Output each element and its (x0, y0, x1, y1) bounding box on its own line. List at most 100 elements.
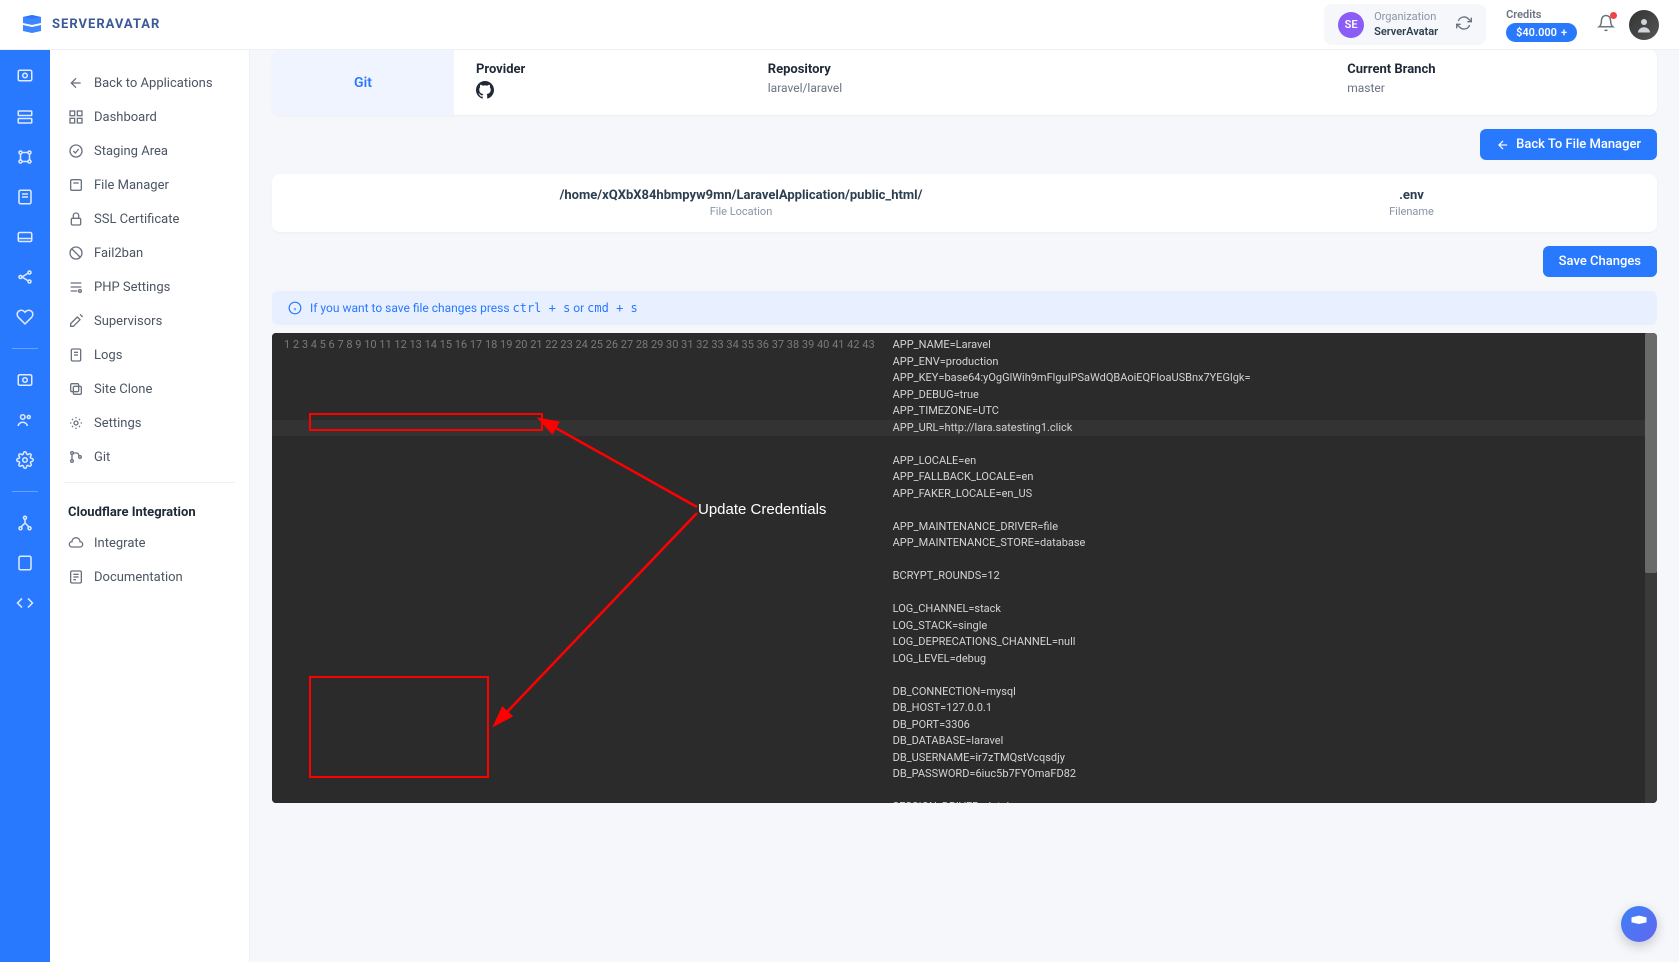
save-label: Save Changes (1559, 254, 1641, 269)
sidebar-item-label: Site Clone (94, 382, 152, 397)
editor-gutter: 1 2 3 4 5 6 7 8 9 10 11 12 13 14 15 16 1… (272, 333, 883, 803)
sidebar-item-label: Logs (94, 348, 122, 363)
credits-value: $40.000 (1516, 26, 1557, 39)
back-fm-label: Back To File Manager (1516, 137, 1641, 152)
dashboard-icon (68, 109, 84, 125)
refresh-icon[interactable] (1456, 15, 1472, 35)
sidebar-item-label: Documentation (94, 570, 183, 585)
filename-label: Filename (1188, 205, 1635, 218)
logo-icon (20, 13, 44, 37)
top-bar: SERVERAVATAR SE Organization ServerAvata… (0, 0, 1679, 50)
sidebar-item-staging-area[interactable]: Staging Area (50, 134, 249, 168)
chat-icon (1629, 914, 1649, 934)
brand-logo[interactable]: SERVERAVATAR (20, 13, 160, 37)
organization-switcher[interactable]: SE Organization ServerAvatar (1324, 4, 1486, 45)
rail-security-icon[interactable] (16, 308, 34, 326)
brand-text: SERVERAVATAR (52, 17, 160, 32)
user-avatar[interactable] (1629, 10, 1659, 40)
rail-tree-icon[interactable] (16, 514, 34, 532)
site-clone-icon (68, 381, 84, 397)
rail-settings-icon[interactable] (16, 451, 34, 469)
info-icon (288, 301, 302, 315)
sidebar-item-label: Git (94, 450, 110, 465)
credits-label: Credits (1506, 8, 1577, 21)
icon-rail (0, 50, 50, 962)
plus-icon: + (1561, 26, 1567, 39)
rail-divider-2 (12, 491, 38, 492)
filename: .env (1188, 188, 1635, 203)
sidebar-item-dashboard[interactable]: Dashboard (50, 100, 249, 134)
sidebar-item-logs[interactable]: Logs (50, 338, 249, 372)
fail2ban-icon (68, 245, 84, 261)
credits-badge[interactable]: $40.000 + (1506, 23, 1577, 42)
sidebar-item-settings[interactable]: Settings (50, 406, 249, 440)
notification-dot (1610, 12, 1617, 19)
org-avatar: SE (1338, 12, 1364, 38)
rail-apps-icon[interactable] (16, 148, 34, 166)
git-tab[interactable]: Git (272, 50, 454, 115)
file-path-card: /home/xQXbX84hbmpyw9mn/LaravelApplicatio… (272, 174, 1657, 232)
rail-dashboard-icon[interactable] (16, 68, 34, 86)
sidebar-item-documentation[interactable]: Documentation (50, 560, 249, 594)
documentation-icon (68, 569, 84, 585)
alert-key2: cmd + s (587, 301, 638, 315)
branch-label: Current Branch (1347, 62, 1635, 77)
sidebar-item-ssl-certificate[interactable]: SSL Certificate (50, 202, 249, 236)
alert-prefix: If you want to save file changes press (310, 301, 513, 315)
sidebar-item-fail2ban[interactable]: Fail2ban (50, 236, 249, 270)
settings-icon (68, 415, 84, 431)
rail-docs-icon[interactable] (16, 554, 34, 572)
back-to-file-manager-button[interactable]: Back To File Manager (1480, 129, 1657, 160)
arrow-left-icon (1496, 138, 1510, 152)
rail-storage-icon[interactable] (16, 228, 34, 246)
sidebar-item-git[interactable]: Git (50, 440, 249, 474)
sidebar-item-label: Settings (94, 416, 141, 431)
notifications-button[interactable] (1597, 14, 1615, 36)
logs-icon (68, 347, 84, 363)
sidebar-item-label: Integrate (94, 536, 146, 551)
sidebar-item-label: SSL Certificate (94, 212, 179, 227)
supervisors-icon (68, 313, 84, 329)
sidebar-item-label: Supervisors (94, 314, 162, 329)
sidebar-item-label: Fail2ban (94, 246, 143, 261)
integrate-icon (68, 535, 84, 551)
rail-servers-icon[interactable] (16, 108, 34, 126)
php-settings-icon (68, 279, 84, 295)
sidebar-item-php-settings[interactable]: PHP Settings (50, 270, 249, 304)
org-label: Organization (1374, 10, 1438, 24)
file-location: /home/xQXbX84hbmpyw9mn/LaravelApplicatio… (294, 188, 1188, 203)
editor-code[interactable]: APP_NAME=Laravel APP_ENV=production APP_… (883, 333, 1657, 803)
sidebar-item-file-manager[interactable]: File Manager (50, 168, 249, 202)
chat-help-button[interactable] (1621, 906, 1657, 942)
editor-scrollbar-thumb[interactable] (1645, 333, 1657, 573)
editor-scrollbar-track[interactable] (1645, 333, 1657, 803)
rail-billing-icon[interactable] (16, 371, 34, 389)
sidebar-item-integrate[interactable]: Integrate (50, 526, 249, 560)
rail-team-icon[interactable] (16, 411, 34, 429)
save-shortcut-hint: If you want to save file changes press c… (272, 291, 1657, 325)
main-content: Git Provider Repository laravel/laravel … (250, 50, 1679, 962)
github-icon (476, 81, 764, 103)
file-location-label: File Location (294, 205, 1188, 218)
sidebar-item-label: PHP Settings (94, 280, 170, 295)
staging-area-icon (68, 143, 84, 159)
rail-db-icon[interactable] (16, 188, 34, 206)
alert-mid: or (573, 301, 587, 315)
repository-label: Repository (768, 62, 1344, 77)
sidebar-item-site-clone[interactable]: Site Clone (50, 372, 249, 406)
org-name: ServerAvatar (1374, 25, 1438, 39)
sidebar-divider (64, 482, 235, 483)
sidebar-item-label: Dashboard (94, 110, 157, 125)
branch-value: master (1347, 81, 1635, 95)
back-to-applications[interactable]: Back to Applications (50, 66, 249, 100)
rail-api-icon[interactable] (16, 594, 34, 612)
save-changes-button[interactable]: Save Changes (1543, 246, 1657, 277)
sidebar-item-supervisors[interactable]: Supervisors (50, 304, 249, 338)
git-icon (68, 449, 84, 465)
back-label: Back to Applications (94, 76, 213, 91)
rail-network-icon[interactable] (16, 268, 34, 286)
credits-block: Credits $40.000 + (1506, 8, 1577, 42)
sidebar-item-label: Staging Area (94, 144, 168, 159)
repository-value: laravel/laravel (768, 81, 1344, 95)
code-editor[interactable]: 1 2 3 4 5 6 7 8 9 10 11 12 13 14 15 16 1… (272, 333, 1657, 803)
